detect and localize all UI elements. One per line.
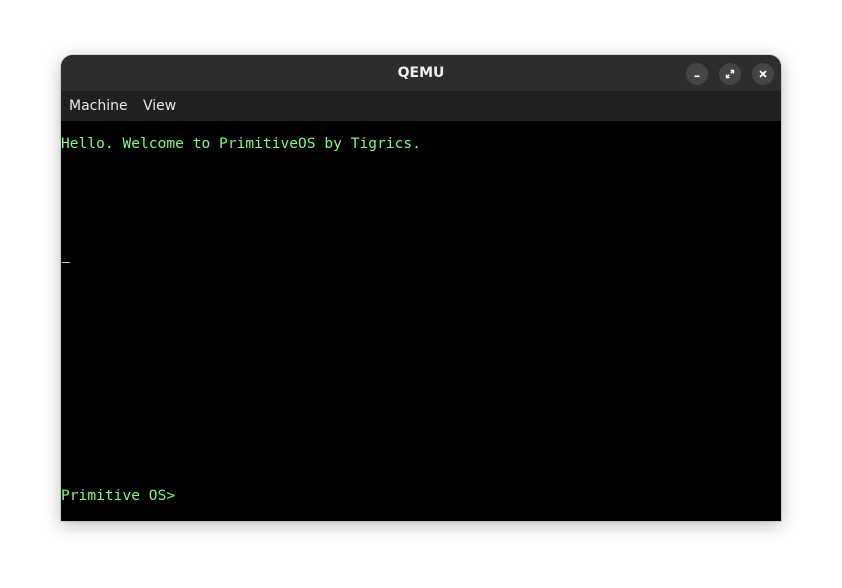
qemu-window: QEMU Machine View Hello. Welcome to Prim… [61, 55, 781, 521]
text-cursor [62, 262, 70, 263]
menu-machine[interactable]: Machine [69, 91, 128, 121]
close-button[interactable] [752, 63, 774, 85]
maximize-icon [725, 69, 735, 79]
maximize-button[interactable] [719, 63, 741, 85]
welcome-message: Hello. Welcome to PrimitiveOS by Tigrics… [61, 136, 421, 152]
shell-prompt: Primitive OS> [61, 488, 176, 504]
close-icon [759, 70, 767, 78]
minimize-icon [694, 75, 700, 78]
menu-view[interactable]: View [143, 91, 176, 121]
vm-display[interactable]: Hello. Welcome to PrimitiveOS by Tigrics… [61, 121, 781, 521]
minimize-button[interactable] [686, 63, 708, 85]
title-bar[interactable]: QEMU [61, 55, 781, 91]
menu-bar: Machine View [61, 91, 781, 121]
window-title: QEMU [397, 65, 445, 81]
